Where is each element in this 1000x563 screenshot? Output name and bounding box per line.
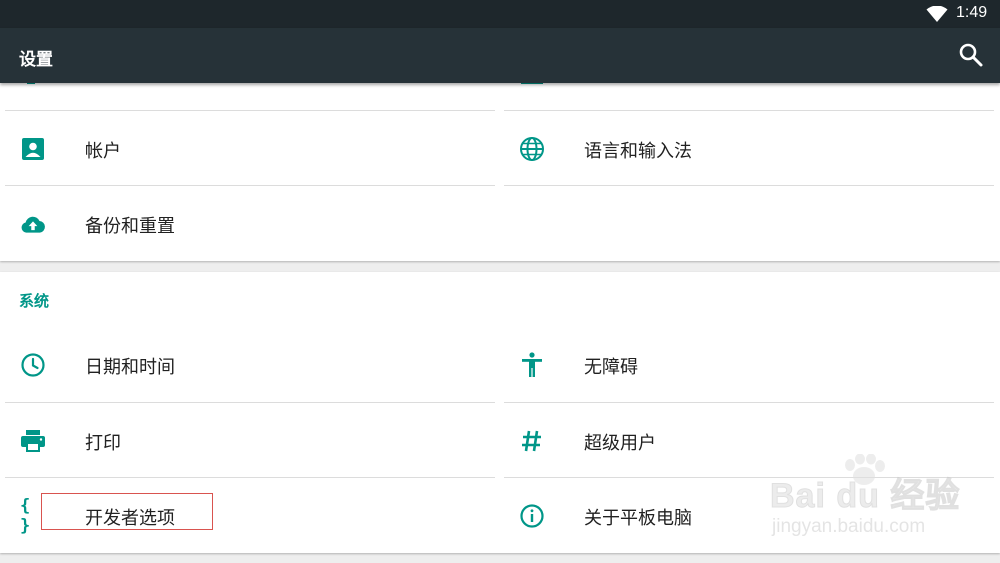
accessibility-icon [519,352,545,378]
settings-item-label: 超级用户 [584,433,656,454]
clock-icon [20,352,46,378]
watermark-url: jingyan.baidu.com [772,516,926,537]
settings-item-label: 语言和输入法 [584,141,692,162]
baidu-watermark: Bai du 经验 jingyan.baidu.com [769,454,990,542]
search-icon[interactable] [958,42,984,68]
settings-item-print[interactable]: 打印 [5,403,495,477]
settings-item-backup-reset[interactable]: 备份和重置 [5,186,495,260]
personal-section: 帐户 语言和输入法 备份和重置 [0,79,1000,261]
settings-item-account[interactable]: 帐户 [5,111,495,185]
watermark-text: Bai du 经验 [769,477,961,516]
account-box-icon [20,136,46,162]
section-title: 系统 [19,292,50,310]
settings-item-language-input[interactable]: 语言和输入法 [504,111,994,185]
settings-item-label: 无障碍 [584,357,638,378]
status-bar: 1:49 [0,0,1000,28]
settings-item-label: 打印 [85,433,121,454]
app-bar: 设置 [0,28,1000,83]
cloud-upload-icon [20,211,46,237]
globe-icon [519,136,545,162]
settings-item-label: 备份和重置 [85,216,175,237]
settings-item-label: 日期和时间 [85,357,175,378]
divider [504,185,994,186]
page-title: 设置 [19,50,53,70]
printer-icon [20,428,46,454]
settings-item-date-time[interactable]: 日期和时间 [5,327,495,401]
settings-item-accessibility[interactable]: 无障碍 [504,327,994,401]
settings-item-label: 关于平板电脑 [584,508,692,529]
hash-icon [519,428,545,454]
status-time: 1:49 [956,4,988,21]
wifi-icon [926,6,948,22]
settings-item-label: 帐户 [85,141,121,162]
highlight-box [41,493,213,530]
info-icon [519,503,545,529]
